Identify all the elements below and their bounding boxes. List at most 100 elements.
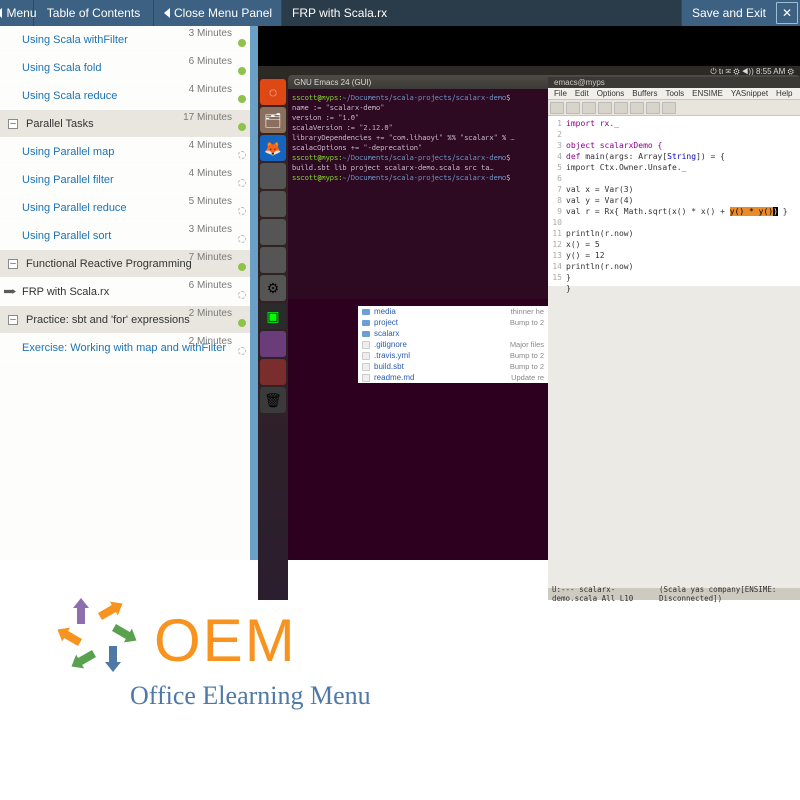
terminal-icon[interactable]: ▣ <box>260 303 286 329</box>
toc-duration: 4 Minutes <box>189 168 232 179</box>
toc-duration: 7 Minutes <box>189 252 232 263</box>
toc-item[interactable]: Using Parallel map4 Minutes <box>0 138 254 166</box>
status-loading-icon <box>238 151 246 159</box>
file-row[interactable]: readme.mdUpdate re <box>358 372 548 383</box>
emacs-window: emacs@myps File Edit Options Buffers Tools EN… <box>548 77 800 600</box>
folder-icon <box>362 309 370 315</box>
toc-section[interactable]: –Practice: sbt and 'for' expressions2 Mi… <box>0 306 254 334</box>
menu-item[interactable]: Edit <box>575 89 589 98</box>
toc-item[interactable]: Using Parallel filter4 Minutes <box>0 166 254 194</box>
toc-duration: 4 Minutes <box>189 84 232 95</box>
status-complete-icon <box>238 263 246 271</box>
toc-item[interactable]: FRP with Scala.rx6 Minutes <box>0 278 254 306</box>
toc-duration: 6 Minutes <box>189 56 232 67</box>
emacs-icon[interactable] <box>260 331 286 357</box>
menu-item[interactable]: Buffers <box>632 89 657 98</box>
status-complete-icon <box>238 123 246 131</box>
file-icon <box>362 374 370 382</box>
toc-item[interactable]: Exercise: Working with map and withFilte… <box>0 334 254 362</box>
file-row[interactable]: projectBump to 2 <box>358 317 548 328</box>
github-file-list: mediathinner heprojectBump to 2scalarx.g… <box>358 306 548 383</box>
toc-duration: 4 Minutes <box>189 140 232 151</box>
brand-tagline: Office Elearning Menu <box>130 681 450 711</box>
file-row[interactable]: mediathinner he <box>358 306 548 317</box>
files-icon[interactable]: 🗂 <box>260 107 286 133</box>
video-frame: ⏻ tı ✉ ⚙ ◀)) 8:55 AM ⚙ ◌ 🗂 🦊 ⚙ ▣ 🗑 <box>258 66 800 560</box>
toolbar-icon[interactable] <box>582 102 596 114</box>
collapse-icon[interactable]: – <box>8 315 18 325</box>
status-loading-icon <box>238 207 246 215</box>
toc-duration: 17 Minutes <box>183 112 232 123</box>
toc-duration: 3 Minutes <box>189 28 232 39</box>
emacs-titlebar: emacs@myps <box>548 77 800 88</box>
file-row[interactable]: build.sbtBump to 2 <box>358 361 548 372</box>
arrows-logo-icon <box>50 595 140 685</box>
menu-back-button[interactable]: Menu <box>0 0 34 26</box>
toc-item[interactable]: Using Scala reduce4 Minutes <box>0 82 254 110</box>
file-row[interactable]: .travis.ymlBump to 2 <box>358 350 548 361</box>
header-bar: Menu Table of Contents Close Menu Panel … <box>0 0 800 26</box>
status-loading-icon <box>238 291 246 299</box>
app-icon[interactable] <box>260 247 286 273</box>
trash-icon[interactable]: 🗑 <box>260 387 286 413</box>
status-complete-icon <box>238 319 246 327</box>
status-loading-icon <box>238 347 246 355</box>
close-menu-panel-button[interactable]: Close Menu Panel <box>154 0 282 26</box>
toc-item[interactable]: Using Parallel sort3 Minutes <box>0 222 254 250</box>
brand-name: OEM <box>154 606 297 675</box>
app-icon[interactable] <box>260 219 286 245</box>
undo-icon[interactable] <box>646 102 660 114</box>
menu-item[interactable]: YASnippet <box>731 89 768 98</box>
line-gutter: 123456789101112131415 <box>548 118 562 283</box>
toc-section[interactable]: –Parallel Tasks17 Minutes <box>0 110 254 138</box>
toc-item[interactable]: Using Scala fold6 Minutes <box>0 54 254 82</box>
terminal-window[interactable]: sscott@myps:~/Documents/scala-projects/s… <box>288 89 548 299</box>
status-loading-icon <box>238 235 246 243</box>
settings-icon[interactable]: ⚙ <box>260 275 286 301</box>
menu-item[interactable]: ENSIME <box>692 89 723 98</box>
file-icon <box>362 352 370 360</box>
emacs-menubar[interactable]: File Edit Options Buffers Tools ENSIME YASnipp… <box>548 88 800 100</box>
status-loading-icon <box>238 179 246 187</box>
status-complete-icon <box>238 39 246 47</box>
app-icon[interactable] <box>260 163 286 189</box>
lesson-title: FRP with Scala.rx <box>282 0 681 26</box>
firefox-icon[interactable]: 🦊 <box>260 135 286 161</box>
save-and-exit-button[interactable]: Save and Exit <box>681 0 776 26</box>
close-button[interactable]: ✕ <box>776 2 798 24</box>
menu-item[interactable]: Tools <box>665 89 684 98</box>
toolbar-icon[interactable] <box>598 102 612 114</box>
status-complete-icon <box>238 95 246 103</box>
brand-logo: OEM Office Elearning Menu <box>50 595 450 711</box>
toc-duration: 3 Minutes <box>189 224 232 235</box>
app-icon[interactable] <box>260 191 286 217</box>
toc-section[interactable]: –Functional Reactive Programming7 Minute… <box>0 250 254 278</box>
table-of-contents[interactable]: Using Scala withFilter3 MinutesUsing Sca… <box>0 26 258 560</box>
toc-item[interactable]: Using Parallel reduce5 Minutes <box>0 194 254 222</box>
menu-item[interactable]: File <box>554 89 567 98</box>
chevron-left-icon <box>164 8 170 18</box>
file-row[interactable]: .gitignoreMajor files <box>358 339 548 350</box>
file-icon <box>362 341 370 349</box>
toc-duration: 2 Minutes <box>189 336 232 347</box>
toolbar-icon[interactable] <box>550 102 564 114</box>
folder-icon <box>362 331 370 337</box>
code-editor[interactable]: 123456789101112131415 import rx._ object… <box>548 116 800 286</box>
status-complete-icon <box>238 67 246 75</box>
emacs-toolbar[interactable] <box>548 100 800 116</box>
toolbar-icon[interactable] <box>662 102 676 114</box>
menu-item[interactable]: Help <box>776 89 792 98</box>
toolbar-icon[interactable] <box>614 102 628 114</box>
file-row[interactable]: scalarx <box>358 328 548 339</box>
toc-item[interactable]: Using Scala withFilter3 Minutes <box>0 26 254 54</box>
ubuntu-launcher: ◌ 🗂 🦊 ⚙ ▣ 🗑 <box>258 77 288 600</box>
app-icon[interactable] <box>260 359 286 385</box>
collapse-icon[interactable]: – <box>8 119 18 129</box>
lesson-viewport: ⏻ tı ✉ ⚙ ◀)) 8:55 AM ⚙ ◌ 🗂 🦊 ⚙ ▣ 🗑 <box>258 26 800 560</box>
ubuntu-dash-icon[interactable]: ◌ <box>260 79 286 105</box>
toolbar-icon[interactable] <box>566 102 580 114</box>
folder-icon <box>362 320 370 326</box>
toolbar-icon[interactable] <box>630 102 644 114</box>
collapse-icon[interactable]: – <box>8 259 18 269</box>
menu-item[interactable]: Options <box>597 89 625 98</box>
